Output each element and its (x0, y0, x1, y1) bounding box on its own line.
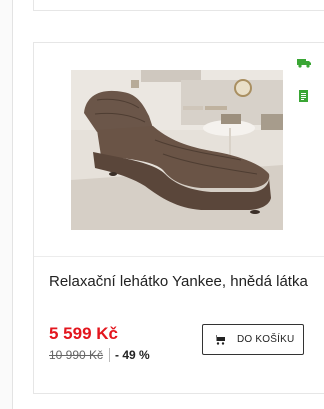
previous-product-card (33, 0, 324, 11)
add-to-cart-label: DO KOŠÍKU (237, 334, 295, 345)
truck-icon (297, 59, 311, 68)
original-price: 10 990 Kč (49, 348, 104, 362)
price-separator (109, 348, 111, 362)
product-price: 5 599 Kč (49, 324, 118, 343)
card-divider (34, 256, 324, 257)
product-image[interactable] (71, 70, 283, 230)
price-details: 10 990 Kč - 49 % (49, 348, 150, 362)
document-icon (299, 90, 308, 102)
discount-badge: - 49 % (115, 348, 150, 362)
cart-icon (214, 334, 225, 345)
product-title[interactable]: Relaxační lehátko Yankee, hnědá látka (49, 271, 309, 292)
adjacent-card-edge (0, 0, 13, 409)
add-to-cart-button[interactable]: DO KOŠÍKU (202, 324, 304, 355)
